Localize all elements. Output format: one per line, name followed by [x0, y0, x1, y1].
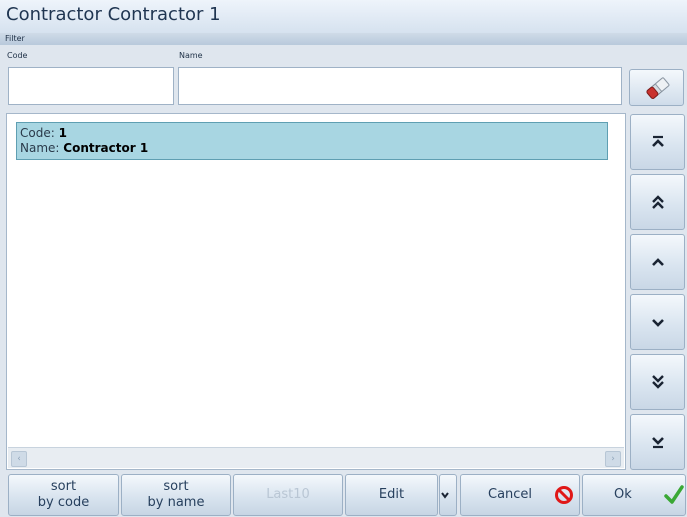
sort-name-line1: sort — [163, 479, 189, 494]
ok-button[interactable]: Ok — [582, 474, 686, 516]
up-button[interactable] — [630, 234, 685, 290]
edit-label: Edit — [378, 487, 405, 502]
chevron-down-icon — [651, 319, 664, 327]
cancel-icon — [555, 486, 573, 504]
name-key: Name: — [20, 141, 60, 155]
edit-button[interactable]: Edit — [345, 474, 438, 516]
double-chevron-down-icon — [651, 375, 664, 389]
scroll-left-icon[interactable]: ‹ — [11, 451, 27, 467]
ok-label: Ok — [614, 487, 632, 502]
first-icon — [651, 135, 664, 147]
checkmark-icon — [664, 485, 684, 504]
last10-button: Last10 — [233, 474, 343, 516]
filter-section-label: Filter — [0, 33, 687, 45]
cancel-button[interactable]: Cancel — [460, 474, 580, 516]
last-button[interactable] — [630, 414, 685, 470]
name-label: Name — [179, 51, 203, 60]
code-label: Code — [7, 51, 28, 60]
eraser-icon — [646, 77, 670, 99]
code-key: Code: — [20, 126, 55, 140]
double-chevron-up-icon — [651, 195, 664, 209]
contractor-list[interactable]: Code: 1 Name: Contractor 1 ‹ › — [6, 113, 626, 470]
code-filter-input[interactable] — [8, 67, 174, 105]
code-value: 1 — [58, 126, 67, 140]
sort-by-name-button[interactable]: sort by name — [121, 474, 231, 516]
last-icon — [651, 437, 664, 449]
horizontal-scrollbar[interactable]: ‹ › — [8, 447, 624, 468]
sort-code-line2: by code — [37, 495, 90, 510]
name-filter-input[interactable] — [178, 67, 622, 105]
page-up-button[interactable] — [630, 174, 685, 230]
window-title: Contractor Contractor 1 — [6, 4, 221, 25]
scroll-right-icon[interactable]: › — [605, 451, 621, 467]
title-bar: Contractor Contractor 1 — [0, 0, 687, 34]
sort-code-line1: sort — [50, 479, 77, 494]
sort-by-code-button[interactable]: sort by code — [8, 474, 119, 516]
sort-name-line2: by name — [147, 495, 205, 510]
last10-label: Last10 — [266, 487, 310, 502]
list-item[interactable]: Code: 1 Name: Contractor 1 — [16, 122, 608, 160]
chevron-down-icon — [441, 492, 449, 499]
clear-filter-button[interactable] — [629, 69, 684, 106]
cancel-label: Cancel — [488, 487, 533, 502]
page-down-button[interactable] — [630, 354, 685, 410]
first-button[interactable] — [630, 114, 685, 170]
edit-dropdown-button[interactable] — [439, 474, 457, 516]
down-button[interactable] — [630, 294, 685, 350]
name-value: Contractor 1 — [63, 141, 149, 155]
chevron-up-icon — [651, 258, 664, 266]
